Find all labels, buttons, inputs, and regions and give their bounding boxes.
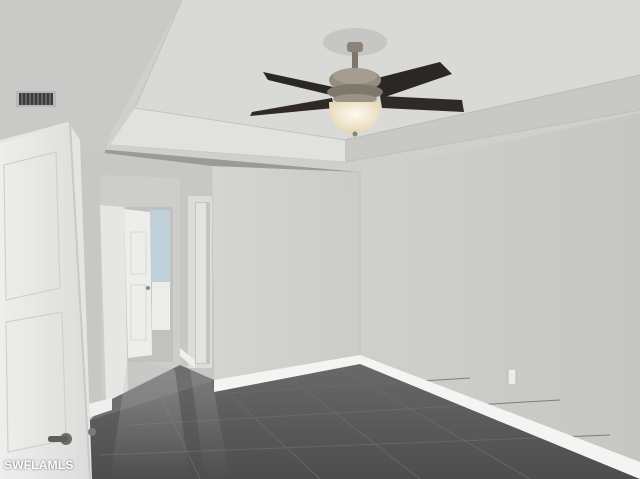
hallway-door bbox=[124, 209, 152, 358]
outlet-icon bbox=[507, 368, 517, 386]
air-vent-icon bbox=[16, 91, 56, 107]
room-illustration bbox=[0, 0, 640, 479]
bathroom-cabinet bbox=[152, 282, 170, 330]
room-photo: SWFLAMLS bbox=[0, 0, 640, 479]
back-wall bbox=[212, 166, 360, 380]
bathroom-window bbox=[150, 210, 170, 282]
bedroom-door bbox=[0, 122, 92, 479]
watermark: SWFLAMLS bbox=[4, 458, 74, 472]
